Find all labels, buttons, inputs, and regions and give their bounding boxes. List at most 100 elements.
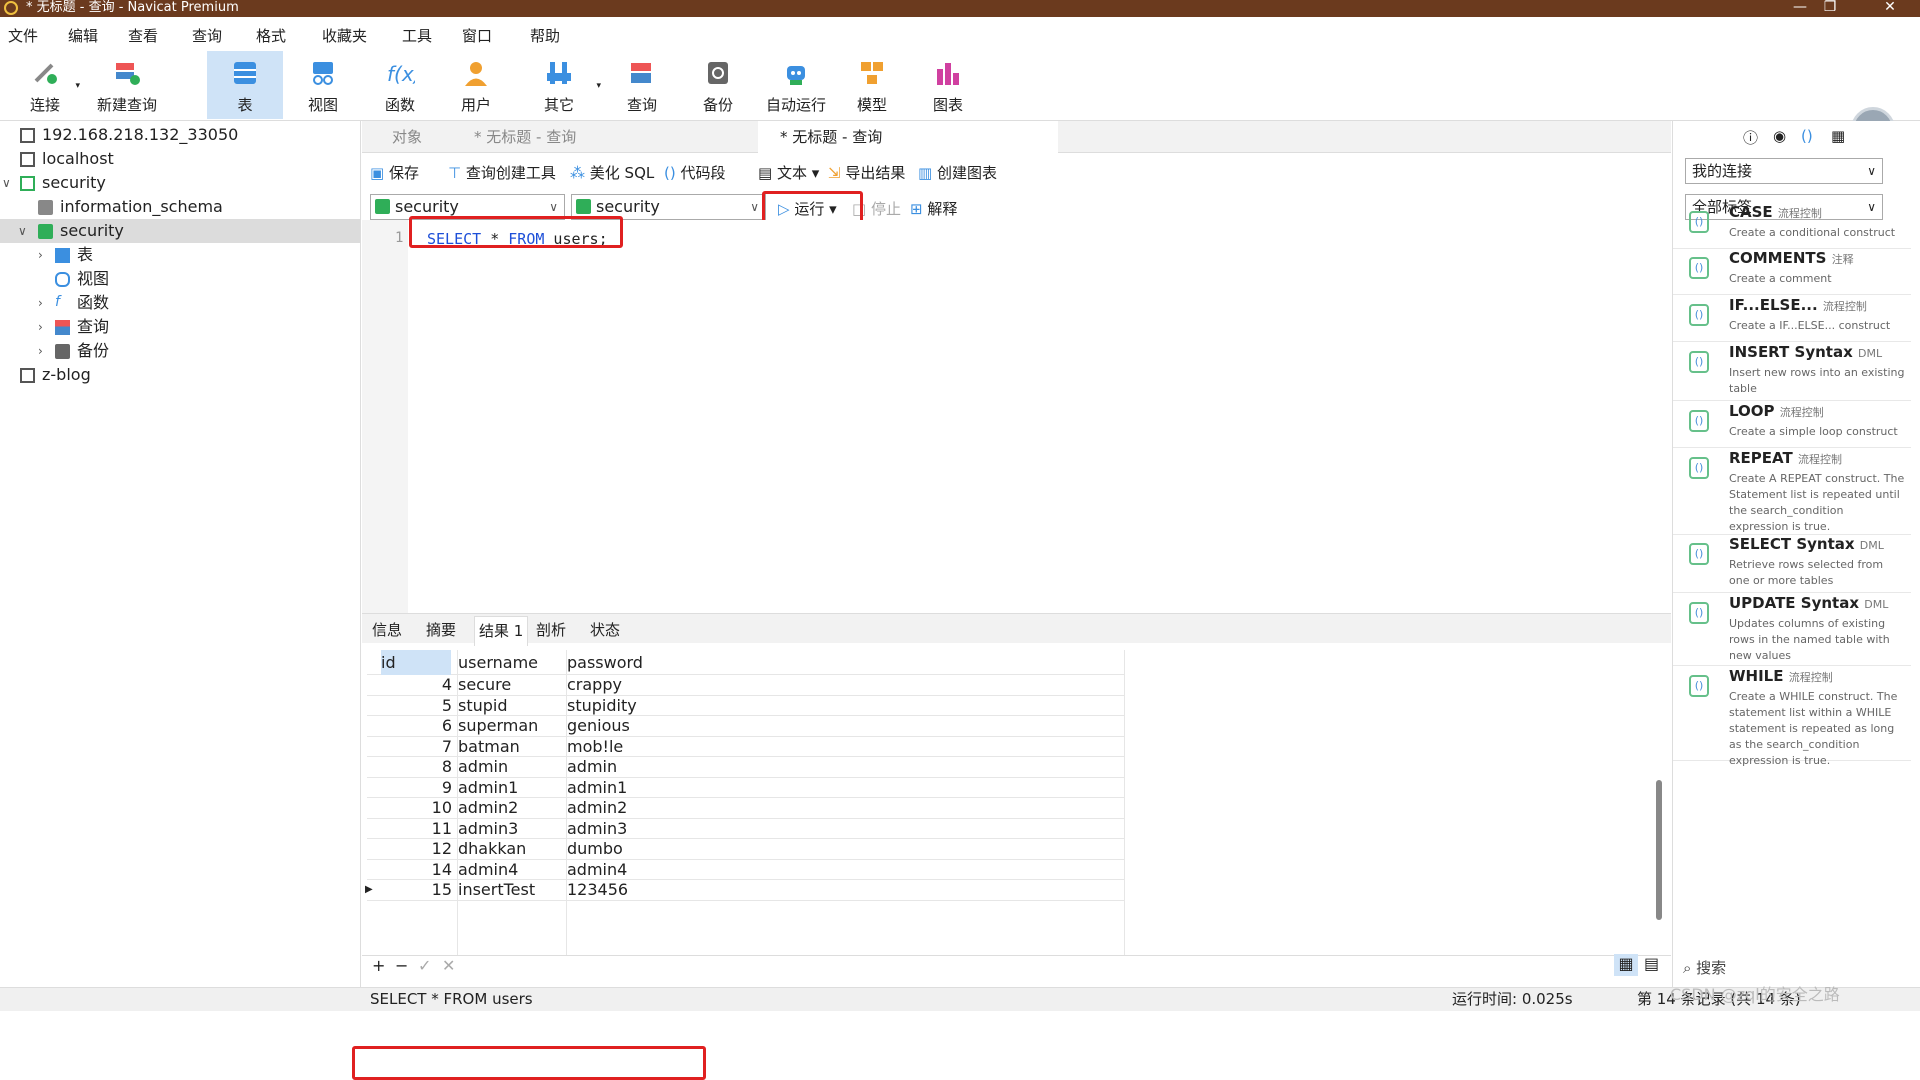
table-row[interactable]: 4 secure crappy bbox=[367, 675, 1124, 696]
table-cell[interactable]: 8 bbox=[372, 757, 452, 778]
table-cell[interactable]: 12 bbox=[372, 839, 452, 860]
table-cell[interactable]: insertTest bbox=[458, 880, 535, 901]
snippet-item[interactable]: () INSERT Syntax DML Insert new rows into … bbox=[1673, 343, 1911, 401]
model-button[interactable]: 模型 bbox=[840, 51, 904, 119]
menu-favorites[interactable]: 收藏夹 bbox=[322, 25, 367, 46]
snippet-item[interactable]: () LOOP 流程控制 Create a simple loop construc… bbox=[1673, 402, 1911, 448]
menu-help[interactable]: 帮助 bbox=[530, 25, 560, 46]
query-builder-button[interactable]: ⊤ 查询创建工具 bbox=[448, 162, 556, 183]
grid-view-icon[interactable]: ▦ bbox=[1614, 954, 1638, 976]
search-input[interactable]: ⌕ 搜索 bbox=[1683, 957, 1726, 978]
table-row[interactable]: 7 batman mob!le bbox=[367, 737, 1124, 758]
table-header-row[interactable]: id username password bbox=[367, 650, 1124, 675]
delete-row-icon[interactable]: − bbox=[395, 956, 408, 975]
snippet-item[interactable]: () WHILE 流程控制 Create a WHILE construct. Th… bbox=[1673, 667, 1911, 767]
table-row[interactable]: 14 admin4 admin4 bbox=[367, 860, 1124, 881]
backup-button[interactable]: 备份 bbox=[686, 51, 750, 119]
table-cell[interactable]: admin4 bbox=[567, 860, 627, 881]
tree-connection[interactable]: z-blog bbox=[0, 363, 361, 387]
menu-window[interactable]: 窗口 bbox=[462, 25, 492, 46]
table-cell[interactable]: 9 bbox=[372, 778, 452, 799]
table-cell[interactable]: 6 bbox=[372, 716, 452, 737]
column-header[interactable]: id bbox=[381, 650, 451, 675]
tab-info[interactable]: 信息 bbox=[372, 619, 402, 640]
menu-file[interactable]: 文件 bbox=[8, 25, 38, 46]
others-button[interactable]: 其它 ▾ bbox=[527, 51, 601, 119]
info-icon[interactable]: ⓘ bbox=[1743, 127, 1758, 148]
table-cell[interactable]: mob!le bbox=[567, 737, 623, 758]
table-row[interactable]: 12 dhakkan dumbo bbox=[367, 839, 1124, 860]
tab-profile[interactable]: 剖析 bbox=[536, 619, 566, 640]
chevron-down-icon[interactable]: ∨ bbox=[2, 171, 11, 195]
table-cell[interactable]: admin bbox=[567, 757, 617, 778]
tab-status[interactable]: 状态 bbox=[590, 619, 620, 640]
snippet-item[interactable]: () REPEAT 流程控制 Create A REPEAT construct. … bbox=[1673, 449, 1911, 535]
table-cell[interactable]: dumbo bbox=[567, 839, 623, 860]
chevron-down-icon[interactable]: ∨ bbox=[18, 219, 27, 243]
table-row[interactable]: 6 superman genious bbox=[367, 716, 1124, 737]
table-cell[interactable]: admin4 bbox=[458, 860, 518, 881]
table-cell[interactable]: admin2 bbox=[567, 798, 627, 819]
chevron-right-icon[interactable]: › bbox=[38, 243, 43, 267]
connection-filter-select[interactable]: 我的连接 ∨ bbox=[1685, 158, 1883, 184]
new-query-button[interactable]: 新建查询 bbox=[92, 51, 162, 119]
table-cell[interactable]: stupidity bbox=[567, 696, 637, 717]
tree-connection[interactable]: ∨ security bbox=[0, 171, 361, 195]
table-cell[interactable]: 4 bbox=[372, 675, 452, 696]
explain-button[interactable]: ⊞ 解释 bbox=[910, 198, 957, 219]
table-cell[interactable]: 14 bbox=[372, 860, 452, 881]
menu-view[interactable]: 查看 bbox=[128, 25, 158, 46]
maximize-icon[interactable]: ❐ bbox=[1810, 0, 1850, 15]
menu-tools[interactable]: 工具 bbox=[402, 25, 432, 46]
tab-query-1[interactable]: * 无标题 - 查询 bbox=[452, 121, 576, 153]
close-icon[interactable]: ✕ bbox=[1870, 0, 1910, 15]
tab-summary[interactable]: 摘要 bbox=[426, 619, 456, 640]
tree-item-functions[interactable]: › f 函数 bbox=[0, 291, 361, 315]
table-cell[interactable]: 15 bbox=[372, 880, 452, 901]
tree-connection[interactable]: localhost bbox=[0, 147, 361, 171]
table-cell[interactable]: 123456 bbox=[567, 880, 628, 901]
table-row[interactable]: 10 admin2 admin2 bbox=[367, 798, 1124, 819]
add-row-icon[interactable]: + bbox=[372, 956, 385, 975]
table-row[interactable]: ▶ 15 insertTest 123456 bbox=[365, 880, 1124, 901]
table-cell[interactable]: dhakkan bbox=[458, 839, 526, 860]
view-button[interactable]: 视图 bbox=[291, 51, 355, 119]
text-button[interactable]: ▤ 文本 ▾ bbox=[758, 162, 819, 183]
function-button[interactable]: f(x) 函数 bbox=[368, 51, 432, 119]
table-cell[interactable]: superman bbox=[458, 716, 538, 737]
chart-button[interactable]: 图表 bbox=[916, 51, 980, 119]
table-cell[interactable]: admin3 bbox=[458, 819, 518, 840]
tab-query-2[interactable]: * 无标题 - 查询 bbox=[758, 121, 1058, 153]
table-row[interactable]: 9 admin1 admin1 bbox=[367, 778, 1124, 799]
table-button[interactable]: 表 bbox=[207, 51, 283, 119]
table-cell[interactable]: batman bbox=[458, 737, 520, 758]
create-chart-button[interactable]: ▥ 创建图表 bbox=[918, 162, 997, 183]
table-cell[interactable]: 11 bbox=[372, 819, 452, 840]
chevron-right-icon[interactable]: › bbox=[38, 291, 43, 315]
snippet-item[interactable]: () CASE 流程控制 Create a conditional construc… bbox=[1673, 203, 1911, 249]
vertical-scrollbar[interactable] bbox=[1656, 780, 1662, 920]
sql-editor[interactable]: 1 SELECT * FROM users; bbox=[362, 216, 1671, 613]
table-row[interactable]: 11 admin3 admin3 bbox=[367, 819, 1124, 840]
export-result-button[interactable]: ⇲ 导出结果 bbox=[828, 162, 905, 183]
table-cell[interactable]: secure bbox=[458, 675, 511, 696]
table-cell[interactable]: 10 bbox=[372, 798, 452, 819]
grid-icon[interactable]: ▦ bbox=[1831, 127, 1845, 145]
menu-query[interactable]: 查询 bbox=[192, 25, 222, 46]
automation-button[interactable]: 自动运行 bbox=[760, 51, 832, 119]
tree-item-tables[interactable]: › 表 bbox=[0, 243, 361, 267]
column-header[interactable]: username bbox=[458, 650, 538, 675]
beautify-sql-button[interactable]: ⁂ 美化 SQL bbox=[570, 162, 654, 183]
table-cell[interactable]: crappy bbox=[567, 675, 622, 696]
user-button[interactable]: 用户 bbox=[444, 51, 508, 119]
result-grid[interactable]: id username password 4 secure crappy 5 stupid st… bbox=[352, 650, 1671, 1080]
tab-objects[interactable]: 对象 bbox=[392, 121, 422, 153]
query-button[interactable]: 查询 bbox=[610, 51, 674, 119]
table-cell[interactable]: admin1 bbox=[567, 778, 627, 799]
tab-result-1[interactable]: 结果 1 bbox=[474, 616, 529, 646]
table-cell[interactable]: admin3 bbox=[567, 819, 627, 840]
eye-icon[interactable]: ◉ bbox=[1773, 127, 1786, 145]
tree-item-queries[interactable]: › 查询 bbox=[0, 315, 361, 339]
table-row[interactable]: 8 admin admin bbox=[367, 757, 1124, 778]
snippet-item[interactable]: () SELECT Syntax DML Retrieve rows selecte… bbox=[1673, 535, 1911, 593]
